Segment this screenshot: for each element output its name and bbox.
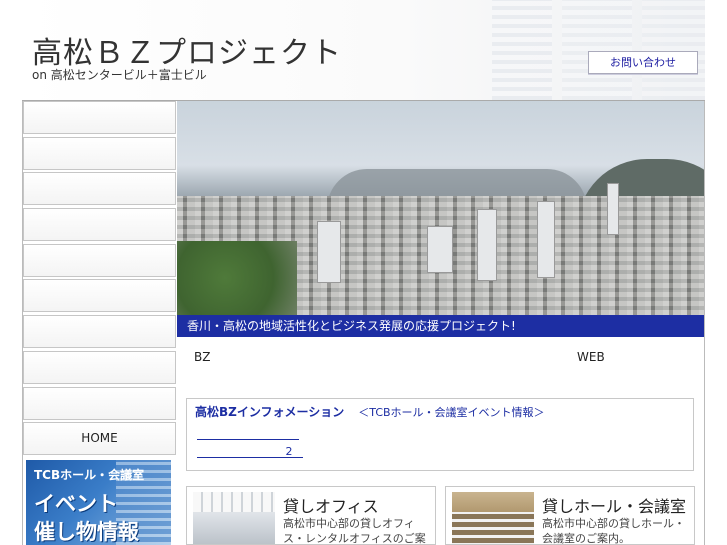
hero-park xyxy=(177,241,297,315)
hero-cityscape-photo xyxy=(177,101,704,315)
sidebar-item[interactable] xyxy=(23,208,176,242)
card-rental-hall[interactable]: 貸しホール・会議室 高松市中心部の貸しホール・会議室のご案内。 xyxy=(445,486,695,545)
sidebar-item[interactable] xyxy=(23,136,176,170)
hero-caption: 香川・高松の地域活性化とビジネス発展の応援プロジェクト! xyxy=(177,315,704,337)
header-building-graphic xyxy=(642,0,705,100)
hero-building xyxy=(607,183,619,235)
sidebar-item[interactable] xyxy=(23,243,176,277)
card-rental-office[interactable]: 貸しオフィス 高松市中心部の貸しオフィス・レンタルオフィスのご案内。 xyxy=(186,486,436,545)
site-header: 高松ＢＺプロジェクト on 高松センタービル＋富士ビル お問い合わせ xyxy=(22,0,705,101)
card-title: 貸しホール・会議室 xyxy=(542,497,687,516)
sidebar-item[interactable] xyxy=(23,386,176,420)
card-title: 貸しオフィス xyxy=(283,497,379,516)
sidebar-item[interactable] xyxy=(23,101,176,134)
event-banner[interactable]: TCBホール・会議室 イベント 催し物情報 xyxy=(26,460,171,545)
banner-line3: 催し物情報 xyxy=(34,520,139,544)
hero-building xyxy=(477,209,497,281)
header-building-graphic xyxy=(492,0,552,100)
bz-label: BZ xyxy=(194,350,211,364)
hall-photo xyxy=(452,492,534,544)
sidebar-nav: HOME xyxy=(23,101,176,458)
card-description: 高松市中心部の貸しホール・会議室のご案内。 xyxy=(542,517,685,545)
office-photo xyxy=(193,492,275,544)
banner-line1: TCBホール・会議室 xyxy=(34,468,145,482)
sidebar-item[interactable] xyxy=(23,279,176,313)
banner-line2: イベント xyxy=(34,492,118,516)
info-box: 高松BZインフォメーション ＜TCBホール・会議室イベント情報＞ 2 xyxy=(186,398,694,471)
info-heading[interactable]: 高松BZインフォメーション ＜TCBホール・会議室イベント情報＞ xyxy=(195,403,545,420)
header-building-graphic xyxy=(562,0,632,100)
info-title: 高松BZインフォメーション xyxy=(195,405,345,419)
card-description: 高松市中心部の貸しオフィス・レンタルオフィスのご案内。 xyxy=(283,517,426,545)
info-subtitle[interactable]: ＜TCBホール・会議室イベント情報＞ xyxy=(358,406,544,419)
sidebar-item-home[interactable]: HOME xyxy=(23,422,176,456)
web-label: WEB xyxy=(577,350,605,364)
site-subtitle: on 高松センタービル＋富士ビル xyxy=(32,68,207,82)
info-link[interactable] xyxy=(197,427,299,440)
hero-building xyxy=(537,201,555,278)
hero-building xyxy=(427,226,453,273)
sidebar-item[interactable] xyxy=(23,315,176,349)
sidebar-item[interactable] xyxy=(23,172,176,206)
sidebar-item[interactable] xyxy=(23,350,176,384)
hero-building xyxy=(317,221,341,283)
info-link[interactable]: 2 xyxy=(197,445,303,458)
contact-button[interactable]: お問い合わせ xyxy=(588,51,698,74)
